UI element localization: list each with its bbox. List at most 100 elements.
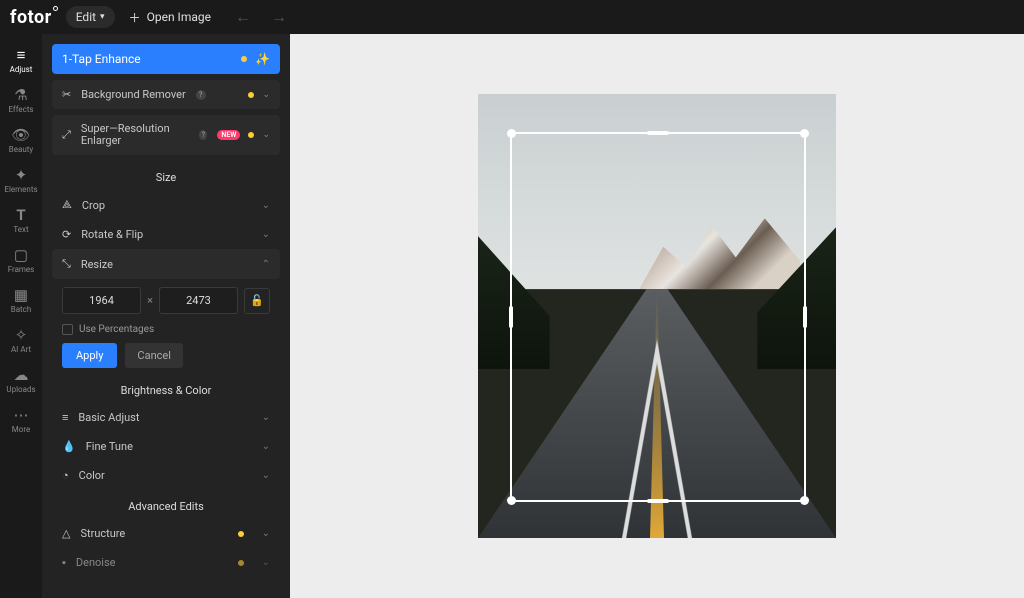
- section-brightness-header: Brightness & Color: [52, 374, 280, 403]
- rail-adjust-label: Adjust: [10, 65, 33, 74]
- crop-handle-tr[interactable]: [800, 129, 809, 138]
- height-input[interactable]: [159, 287, 238, 314]
- crop-edge-left[interactable]: [509, 306, 513, 328]
- chevron-down-icon: ⌄: [262, 229, 270, 240]
- frame-icon: ▢: [14, 248, 28, 263]
- chevron-down-icon: ⌄: [262, 200, 270, 211]
- rail-text-label: Text: [13, 225, 28, 234]
- one-tap-enhance-label: 1-Tap Enhance: [62, 52, 141, 66]
- ai-icon: ✧: [15, 328, 28, 343]
- resize-controls: × 🔓 Use Percentages Apply Cancel: [52, 279, 280, 374]
- grid-icon: ▦: [14, 288, 28, 303]
- main-area: ≡ Adjust ⚗Effects 👁Beauty ✦Elements T Text…: [0, 34, 1024, 598]
- width-input[interactable]: [62, 287, 141, 314]
- chevron-down-icon: ⌄: [262, 441, 270, 452]
- chevron-down-icon: ⌄: [262, 412, 270, 423]
- rotate-flip-label: Rotate & Flip: [81, 228, 143, 241]
- color-label: Color: [79, 469, 105, 482]
- rail-adjust[interactable]: ≡ Adjust: [0, 42, 42, 82]
- rail-more[interactable]: ⋯More: [0, 402, 42, 442]
- use-percentages-label: Use Percentages: [79, 324, 154, 335]
- premium-dot-icon: [241, 56, 247, 62]
- crop-label: Crop: [82, 199, 105, 212]
- dimension-inputs: × 🔓: [62, 287, 270, 314]
- basic-adjust-row[interactable]: ≡ Basic Adjust ⌄: [52, 403, 280, 432]
- crop-edge-right[interactable]: [803, 306, 807, 328]
- canvas-area[interactable]: [290, 34, 1024, 598]
- crop-edge-bottom[interactable]: [647, 499, 669, 503]
- undo-button[interactable]: ←: [235, 7, 251, 27]
- rail-uploads[interactable]: ☁Uploads: [0, 362, 42, 402]
- help-icon[interactable]: ?: [199, 130, 207, 140]
- premium-dot-icon: [248, 92, 254, 98]
- chevron-down-icon: ▾: [100, 12, 105, 22]
- triangle-icon: △: [62, 527, 70, 540]
- rail-elements-label: Elements: [4, 185, 37, 194]
- eye-icon: 👁: [11, 128, 30, 143]
- one-tap-enhance-button[interactable]: 1-Tap Enhance ✨: [52, 44, 280, 74]
- rail-batch[interactable]: ▦ Batch: [0, 282, 42, 322]
- flask-icon: ⚗: [14, 88, 27, 103]
- super-resolution-row[interactable]: ⤢ Super—Resolution Enlarger ? NEW ⌄: [52, 115, 280, 155]
- enhance-right: ✨: [241, 52, 270, 66]
- denoise-row[interactable]: ▪ Denoise ⌄: [52, 548, 280, 577]
- chevron-down-icon: ⌄: [262, 470, 270, 481]
- rotate-flip-row[interactable]: ⟳ Rotate & Flip ⌄: [52, 220, 280, 249]
- use-percentages-checkbox[interactable]: Use Percentages: [62, 314, 270, 343]
- edit-menu-label: Edit: [76, 10, 96, 24]
- denoise-label: Denoise: [76, 556, 116, 569]
- fine-tune-row[interactable]: 💧 Fine Tune ⌄: [52, 432, 280, 461]
- palette-icon: ◔: [62, 469, 69, 482]
- new-badge: NEW: [217, 130, 240, 140]
- chevron-down-icon: ⌄: [262, 557, 270, 568]
- section-advanced-header: Advanced Edits: [52, 490, 280, 519]
- lock-icon: 🔓: [250, 294, 264, 307]
- structure-row[interactable]: △ Structure ⌄: [52, 519, 280, 548]
- crop-handle-tl[interactable]: [507, 129, 516, 138]
- rail-text[interactable]: T Text: [0, 202, 42, 242]
- edit-menu-button[interactable]: Edit ▾: [66, 6, 115, 28]
- crop-edge-top[interactable]: [647, 131, 669, 135]
- logo: fotor: [10, 7, 52, 28]
- left-icon-rail: ≡ Adjust ⚗Effects 👁Beauty ✦Elements T Text…: [0, 34, 42, 598]
- cancel-button[interactable]: Cancel: [125, 343, 182, 368]
- chevron-down-icon: ⌄: [262, 528, 270, 539]
- times-icon: ×: [147, 294, 153, 307]
- image-preview[interactable]: [478, 94, 836, 538]
- rail-frames[interactable]: ▢Frames: [0, 242, 42, 282]
- help-icon[interactable]: ?: [196, 90, 206, 100]
- crop-handle-br[interactable]: [800, 496, 809, 505]
- open-image-button[interactable]: ＋ Open Image: [129, 9, 211, 26]
- chevron-down-icon: ⌄: [262, 130, 270, 140]
- checkbox-icon: [62, 324, 73, 335]
- resize-buttons: Apply Cancel: [62, 343, 270, 372]
- cloud-upload-icon: ☁: [14, 368, 29, 383]
- color-row[interactable]: ◔ Color ⌄: [52, 461, 280, 490]
- rail-batch-label: Batch: [11, 305, 32, 314]
- top-bar: fotor Edit ▾ ＋ Open Image ← →: [0, 0, 1024, 34]
- rail-ai-art[interactable]: ✧AI Art: [0, 322, 42, 362]
- row-right: NEW ⌄: [217, 130, 270, 140]
- crop-row[interactable]: ⟁ Crop ⌄: [52, 190, 280, 220]
- crop-handle-bl[interactable]: [507, 496, 516, 505]
- rail-more-label: More: [12, 425, 30, 434]
- lock-aspect-button[interactable]: 🔓: [244, 288, 270, 314]
- resize-row[interactable]: ⤡ Resize ⌃: [52, 249, 280, 279]
- enlarge-icon: ⤢: [62, 128, 71, 142]
- sliders-icon: ≡: [62, 411, 68, 424]
- crop-selection[interactable]: [510, 132, 806, 502]
- noise-icon: ▪: [62, 556, 66, 569]
- text-icon: T: [16, 208, 25, 223]
- history-nav: ← →: [235, 7, 287, 27]
- chevron-down-icon: ⌄: [262, 90, 270, 100]
- rail-elements[interactable]: ✦Elements: [0, 162, 42, 202]
- sliders-icon: ≡: [17, 48, 26, 63]
- redo-button[interactable]: →: [271, 7, 287, 27]
- rail-beauty[interactable]: 👁Beauty: [0, 122, 42, 162]
- structure-label: Structure: [80, 527, 125, 540]
- apply-button[interactable]: Apply: [62, 343, 117, 368]
- premium-dot-icon: [248, 132, 254, 138]
- super-resolution-label: Super—Resolution Enlarger: [81, 123, 189, 147]
- rail-effects[interactable]: ⚗Effects: [0, 82, 42, 122]
- background-remover-row[interactable]: ✂ Background Remover ? ⌄: [52, 80, 280, 109]
